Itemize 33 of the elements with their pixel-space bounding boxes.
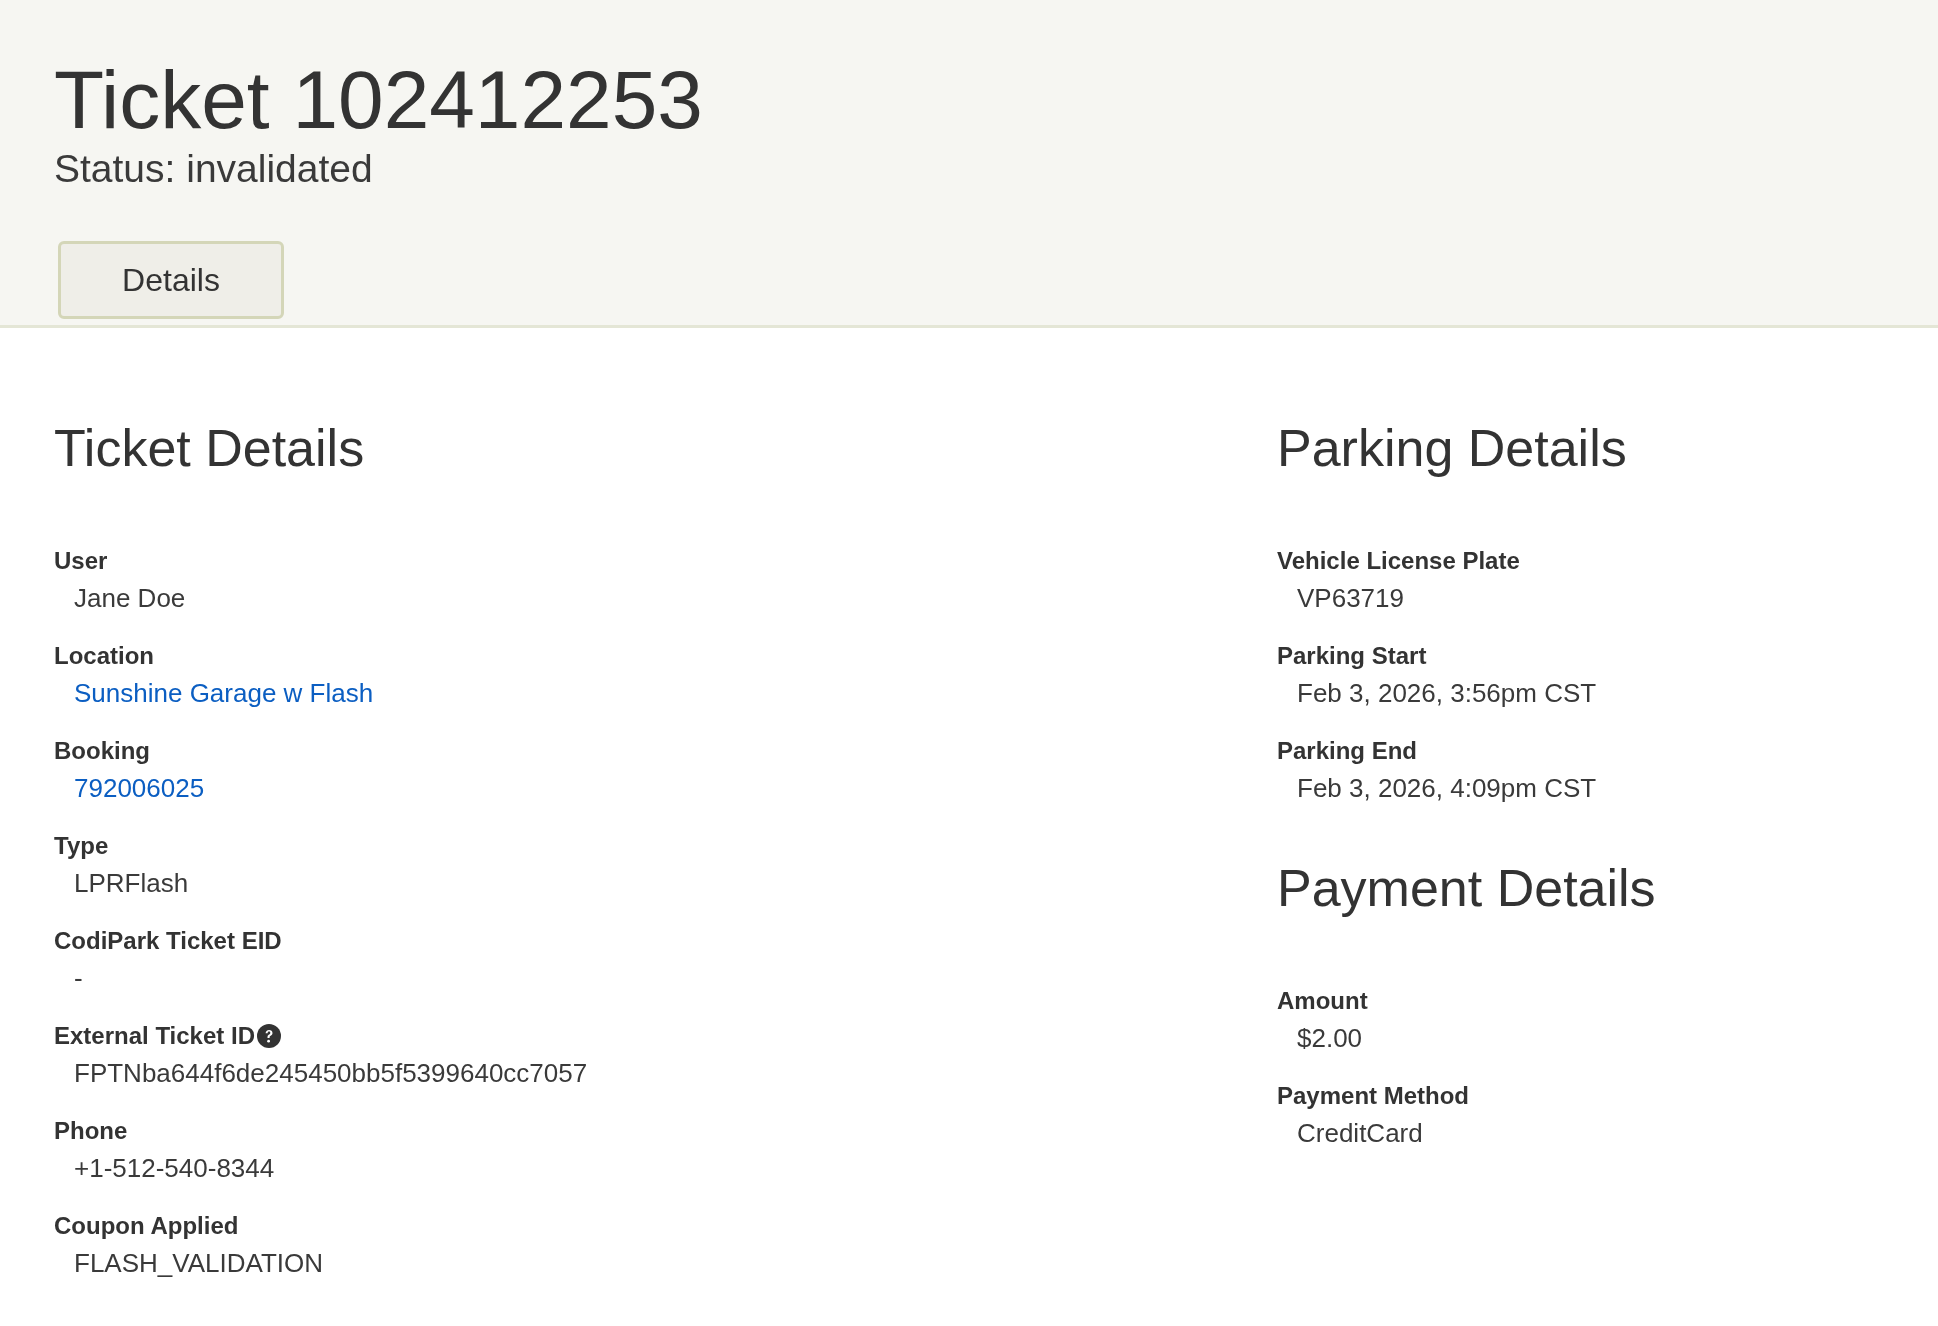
value-link[interactable]: 792006025 xyxy=(74,770,205,806)
field-label: Amount xyxy=(1277,986,1368,1016)
field-label: Vehicle License Plate xyxy=(1277,546,1520,576)
field-label: External Ticket ID xyxy=(54,1021,255,1051)
field-value: LPRFlash xyxy=(74,867,189,900)
field-value: Feb 3, 2026, 4:09pm CST xyxy=(1297,772,1597,805)
field-label: Phone xyxy=(54,1116,128,1146)
field-value: CreditCard xyxy=(1297,1117,1423,1150)
field-value: +1-512-540-8344 xyxy=(74,1152,275,1185)
field-value: Jane Doe xyxy=(74,582,186,615)
field-value: $2.00 xyxy=(1297,1022,1363,1055)
help-icon[interactable] xyxy=(257,1024,281,1048)
field-label: Booking xyxy=(54,736,150,766)
field-value: VP63719 xyxy=(1297,582,1404,615)
field-label: Type xyxy=(54,831,109,861)
value-link[interactable]: Sunshine Garage w Flash xyxy=(74,675,374,711)
field-label: Payment Method xyxy=(1277,1081,1470,1111)
status-text: Status: invalidated xyxy=(54,146,373,192)
field-value: - xyxy=(74,962,83,995)
section-heading: Payment Details xyxy=(1277,858,1656,919)
field-label: Coupon Applied xyxy=(54,1211,239,1241)
field-label: Parking End xyxy=(1277,736,1418,766)
field-value: FLASH_VALIDATION xyxy=(74,1247,323,1280)
page-title: Ticket 102412253 xyxy=(54,60,703,140)
field-label: CodiPark Ticket EID xyxy=(54,926,282,956)
section-heading: Ticket Details xyxy=(54,418,365,479)
field-value: Feb 3, 2026, 3:56pm CST xyxy=(1297,677,1597,710)
details-tab[interactable]: Details xyxy=(58,241,284,319)
field-label: User xyxy=(54,546,108,576)
field-label: Parking Start xyxy=(1277,641,1427,671)
section-heading: Parking Details xyxy=(1277,418,1627,479)
field-value: FPTNba644f6de245450bb5f5399640cc7057 xyxy=(74,1057,588,1090)
field-label: Location xyxy=(54,641,154,671)
